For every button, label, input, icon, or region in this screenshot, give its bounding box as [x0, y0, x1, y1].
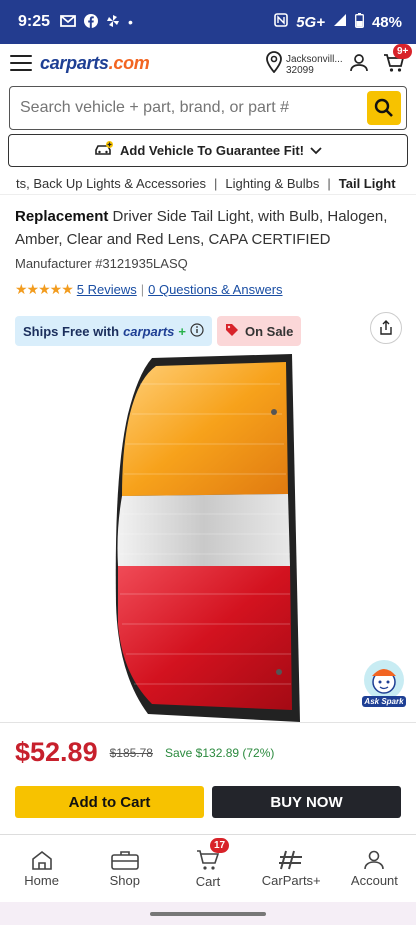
breadcrumb-item[interactable]: Lighting & Bulbs	[225, 176, 319, 191]
location-pin-icon	[266, 51, 282, 78]
breadcrumb: ts, Back Up Lights & Accessories | Light…	[0, 173, 416, 195]
location-text: Jacksonvill... 32099	[286, 53, 342, 76]
savings-text: Save $132.89 (72%)	[164, 745, 275, 760]
questions-link[interactable]: 0 Questions & Answers	[148, 282, 282, 297]
share-icon	[380, 320, 392, 335]
car-plus-icon	[94, 141, 114, 160]
product-image[interactable]: Ask Spark	[0, 354, 416, 722]
search-bar	[9, 86, 407, 130]
manufacturer-number: Manufacturer #3121935LASQ	[15, 256, 188, 271]
star-rating-icon: ★★★★★	[15, 281, 74, 297]
rating-row: ★★★★★ 5 Reviews | 0 Questions & Answers	[15, 281, 283, 297]
breadcrumb-item[interactable]: ts, Back Up Lights & Accessories	[16, 176, 206, 191]
home-icon	[31, 850, 52, 870]
cart-count-badge: 9+	[393, 44, 413, 59]
menu-icon[interactable]	[10, 55, 32, 71]
price-bar: $52.89 $185.78 Save $132.89 (72%)	[0, 722, 416, 782]
pinwheel-icon	[106, 14, 120, 31]
nav-account[interactable]: Account	[333, 835, 416, 902]
cart-icon	[383, 54, 405, 77]
add-vehicle-label: Add Vehicle To Guarantee Fit!	[120, 143, 304, 158]
status-time: 9:25	[18, 13, 51, 30]
tail-light-image	[115, 354, 300, 722]
action-buttons: Add to Cart BUY NOW	[0, 786, 416, 818]
nav-shop[interactable]: Shop	[83, 835, 166, 902]
badge-row: Ships Free with carparts + On Sale	[0, 298, 416, 346]
on-sale-badge: On Sale	[216, 316, 302, 346]
nav-carparts-plus[interactable]: CarParts+	[250, 835, 333, 902]
header-cart-button[interactable]: 9+	[383, 44, 413, 78]
facebook-icon	[84, 13, 99, 31]
search-input[interactable]	[20, 99, 367, 117]
add-to-cart-button[interactable]: Add to Cart	[15, 786, 204, 818]
app-header: carparts.com Jacksonvill... 32099 9+	[0, 44, 416, 82]
add-vehicle-button[interactable]: Add Vehicle To Guarantee Fit!	[8, 134, 408, 167]
dot-icon: •	[128, 14, 133, 30]
logo[interactable]: carparts.com	[40, 53, 150, 74]
breadcrumb-current: Tail Light	[338, 176, 396, 191]
search-icon	[374, 98, 393, 117]
product-title: Replacement Driver Side Tail Light, with…	[15, 208, 388, 248]
sale-price: $52.89	[15, 737, 98, 767]
toolbox-icon	[110, 850, 139, 870]
gesture-bar	[0, 902, 416, 925]
search-button[interactable]	[367, 91, 401, 125]
nav-home[interactable]: Home	[0, 835, 83, 902]
nav-cart-badge: 17	[210, 838, 230, 853]
carparts-plus-icon	[279, 850, 303, 869]
nfc-icon	[274, 13, 288, 31]
location-selector[interactable]: Jacksonvill... 32099	[266, 51, 342, 78]
chevron-down-icon	[310, 143, 322, 158]
notification-icons: •	[60, 13, 133, 31]
buy-now-button[interactable]: BUY NOW	[212, 786, 401, 818]
status-right: 5G+ 48%	[274, 12, 402, 32]
account-icon[interactable]	[350, 54, 368, 77]
ask-spark-button[interactable]: Ask Spark	[360, 660, 408, 712]
reviews-link[interactable]: 5 Reviews	[77, 282, 137, 297]
battery-level: 48%	[371, 13, 402, 31]
tag-icon	[225, 323, 239, 340]
nav-cart[interactable]: 17 Cart	[166, 835, 249, 902]
gmail-icon	[60, 14, 76, 30]
battery-icon	[355, 12, 364, 32]
original-price: $185.78	[109, 745, 153, 760]
info-icon[interactable]	[190, 322, 204, 340]
spark-mascot-icon	[364, 660, 404, 700]
network-label: 5G+	[296, 13, 325, 31]
status-bar: 9:25 • 5G+ 48%	[0, 0, 416, 44]
ships-free-badge[interactable]: Ships Free with carparts +	[15, 316, 212, 346]
share-button[interactable]	[370, 312, 402, 344]
bottom-nav: Home Shop 17 Cart CarParts+ Account	[0, 834, 416, 902]
account-icon	[364, 850, 385, 869]
ask-spark-label: Ask Spark	[362, 696, 406, 707]
signal-icon	[333, 13, 347, 31]
